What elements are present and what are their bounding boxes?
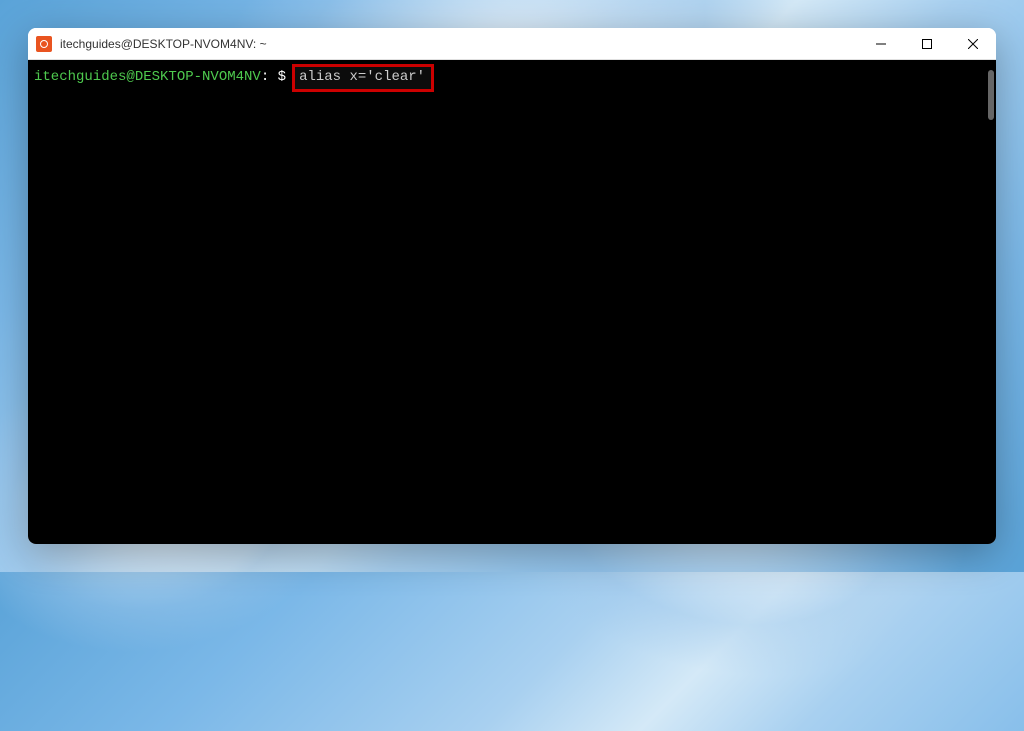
maximize-icon bbox=[922, 39, 932, 49]
terminal-content[interactable]: itechguides@DESKTOP-NVOM4NV: $ alias x='… bbox=[28, 60, 996, 544]
command-highlight-box: alias x='clear' bbox=[292, 64, 434, 92]
window-controls bbox=[858, 28, 996, 59]
prompt-symbol: $ bbox=[278, 68, 286, 88]
terminal-line: itechguides@DESKTOP-NVOM4NV: $ alias x='… bbox=[34, 64, 990, 92]
minimize-icon bbox=[876, 39, 886, 49]
close-button[interactable] bbox=[950, 28, 996, 59]
terminal-scrollbar[interactable] bbox=[988, 70, 994, 120]
window-title: itechguides@DESKTOP-NVOM4NV: ~ bbox=[60, 37, 858, 51]
close-icon bbox=[968, 39, 978, 49]
maximize-button[interactable] bbox=[904, 28, 950, 59]
prompt-path bbox=[269, 68, 277, 88]
terminal-window: itechguides@DESKTOP-NVOM4NV: ~ bbox=[28, 28, 996, 544]
window-titlebar[interactable]: itechguides@DESKTOP-NVOM4NV: ~ bbox=[28, 28, 996, 60]
minimize-button[interactable] bbox=[858, 28, 904, 59]
ubuntu-icon bbox=[36, 36, 52, 52]
prompt-user-host: itechguides@DESKTOP-NVOM4NV bbox=[34, 68, 261, 88]
prompt-separator: : bbox=[261, 68, 269, 88]
command-text: alias x='clear' bbox=[299, 69, 425, 85]
